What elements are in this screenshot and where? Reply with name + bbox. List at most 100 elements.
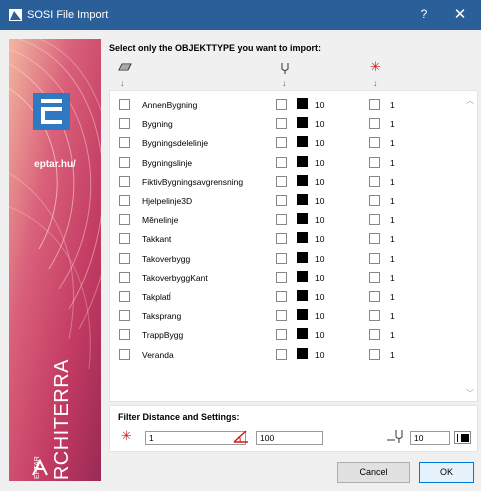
object-row: Hjelpelinje3D 10 1	[110, 193, 460, 209]
pen-number: 10	[315, 215, 325, 225]
pen-color-swatch[interactable]	[297, 175, 308, 186]
pen-number: 10	[315, 273, 325, 283]
pen-color-swatch[interactable]	[297, 290, 308, 301]
cancel-button[interactable]: Cancel	[337, 462, 410, 483]
object-name: Takkant	[142, 234, 172, 244]
pen-color-swatch[interactable]	[454, 431, 471, 444]
pen-checkbox[interactable]	[276, 233, 287, 244]
pen-number: 10	[315, 138, 325, 148]
filter-value: 1	[390, 100, 395, 110]
pen-checkbox[interactable]	[276, 214, 287, 225]
filter-checkbox[interactable]	[369, 118, 380, 129]
archicad-app-icon	[9, 9, 22, 21]
filter-value: 1	[390, 292, 395, 302]
object-name: Bygningslinje	[142, 158, 193, 168]
import-checkbox[interactable]	[119, 118, 130, 129]
filter-star-icon: ✳	[370, 59, 381, 74]
pen-number: 10	[315, 177, 325, 187]
pen-color-swatch[interactable]	[297, 232, 308, 243]
pen-color-swatch[interactable]	[297, 309, 308, 320]
object-row: AnnenBygning 10 1	[110, 97, 460, 113]
import-checkbox[interactable]	[119, 195, 130, 206]
import-column-arrow: ↓	[120, 78, 125, 88]
import-checkbox[interactable]	[119, 349, 130, 360]
filter-checkbox[interactable]	[369, 99, 380, 110]
import-checkbox[interactable]	[119, 329, 130, 340]
angle-input[interactable]: 100	[256, 431, 323, 445]
pen-column-arrow: ↓	[282, 78, 287, 88]
pen-checkbox[interactable]	[276, 176, 287, 187]
pen-number: 10	[315, 158, 325, 168]
filter-checkbox[interactable]	[369, 176, 380, 187]
pen-checkbox[interactable]	[276, 291, 287, 302]
pen-checkbox[interactable]	[276, 137, 287, 148]
pen-color-swatch[interactable]	[297, 117, 308, 128]
import-checkbox[interactable]	[119, 214, 130, 225]
scroll-down-icon[interactable]: ﹀	[466, 388, 474, 399]
object-name: TrappBygg	[142, 330, 184, 340]
pen-color-swatch[interactable]	[297, 156, 308, 167]
pen-color-swatch[interactable]	[297, 98, 308, 109]
pen-number: 10	[315, 100, 325, 110]
filter-checkbox[interactable]	[369, 329, 380, 340]
filter-checkbox[interactable]	[369, 310, 380, 321]
filter-checkbox[interactable]	[369, 195, 380, 206]
pen-color-swatch[interactable]	[297, 252, 308, 263]
import-checkbox[interactable]	[119, 157, 130, 168]
pen-color-swatch[interactable]	[297, 271, 308, 282]
import-checkbox[interactable]	[119, 137, 130, 148]
pen-checkbox[interactable]	[276, 195, 287, 206]
pen-checkbox[interactable]	[276, 157, 287, 168]
object-row: Takkant 10 1	[110, 231, 460, 247]
filter-checkbox[interactable]	[369, 214, 380, 225]
ok-button[interactable]: OK	[419, 462, 474, 483]
filter-checkbox[interactable]	[369, 253, 380, 264]
object-row: Veranda 10 1	[110, 347, 460, 363]
pen-checkbox[interactable]	[276, 329, 287, 340]
filter-value: 1	[390, 311, 395, 321]
object-name: Bygning	[142, 119, 173, 129]
filter-checkbox[interactable]	[369, 272, 380, 283]
object-row: Bygningslinje 10 1	[110, 155, 460, 171]
object-name: Takoverbygg	[142, 254, 191, 264]
pen-color	[461, 434, 469, 442]
object-row: Takoverbygg 10 1	[110, 251, 460, 267]
import-checkbox[interactable]	[119, 99, 130, 110]
pen-checkbox[interactable]	[276, 253, 287, 264]
pen-color-swatch[interactable]	[297, 348, 308, 359]
object-row: TrappBygg 10 1	[110, 327, 460, 343]
filter-checkbox[interactable]	[369, 349, 380, 360]
filter-checkbox[interactable]	[369, 291, 380, 302]
pen-checkbox[interactable]	[276, 118, 287, 129]
import-checkbox[interactable]	[119, 310, 130, 321]
eptar-banner: eptar.hu/ ARCHITERRA EPTAR	[9, 39, 101, 481]
pen-checkbox[interactable]	[276, 310, 287, 321]
architerra-brand: ARCHITERRA	[51, 358, 73, 481]
filter-checkbox[interactable]	[369, 233, 380, 244]
pen-number-input[interactable]: 10	[410, 431, 450, 445]
filter-checkbox[interactable]	[369, 157, 380, 168]
import-checkbox[interactable]	[119, 253, 130, 264]
object-name: Taksprang	[142, 311, 182, 321]
import-checkbox[interactable]	[119, 291, 130, 302]
pen-number: 10	[315, 350, 325, 360]
pen-color-swatch[interactable]	[297, 194, 308, 205]
object-name: Takplatĺ	[142, 292, 171, 302]
scroll-up-icon[interactable]: ︿	[466, 95, 474, 106]
pen-checkbox[interactable]	[276, 99, 287, 110]
object-row: Bygningsdelelinje 10 1	[110, 135, 460, 151]
help-button[interactable]: ?	[416, 7, 432, 21]
eptar-site-label: eptar.hu/	[34, 159, 76, 170]
pen-color-swatch[interactable]	[297, 213, 308, 224]
object-row: FiktivBygningsavgrensning 10 1	[110, 174, 460, 190]
import-checkbox[interactable]	[119, 233, 130, 244]
pen-checkbox[interactable]	[276, 272, 287, 283]
pen-color-swatch[interactable]	[297, 136, 308, 147]
pen-color-swatch[interactable]	[297, 328, 308, 339]
import-checkbox[interactable]	[119, 272, 130, 283]
distance-input[interactable]: 1	[145, 431, 246, 445]
filter-checkbox[interactable]	[369, 137, 380, 148]
close-button[interactable]: ✕	[452, 5, 468, 23]
pen-checkbox[interactable]	[276, 349, 287, 360]
import-checkbox[interactable]	[119, 176, 130, 187]
